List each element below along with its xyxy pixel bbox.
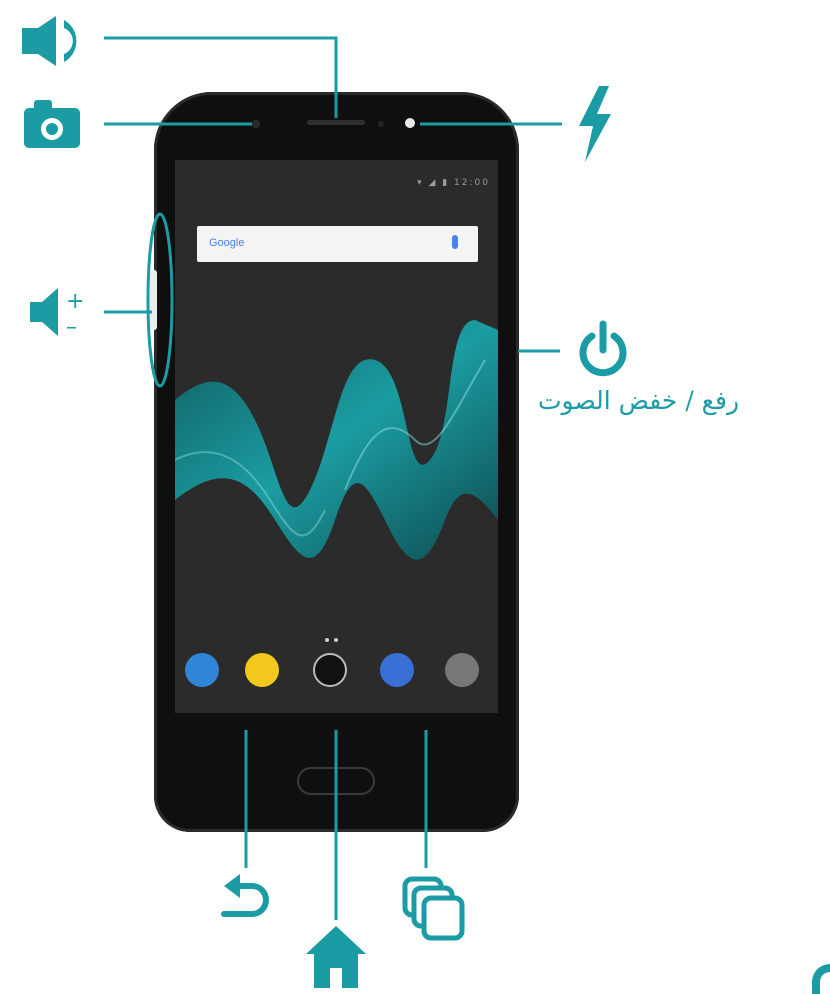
home-icon — [306, 926, 366, 988]
recent-apps-icon — [402, 876, 465, 941]
volume-icon: + – — [30, 288, 84, 336]
volume-minus-label: – — [66, 315, 77, 336]
back-icon — [221, 874, 269, 917]
power-caption: رفع / خفض الصوت — [538, 386, 740, 415]
power-icon — [579, 320, 627, 377]
volume-plus-label: + — [66, 289, 84, 314]
callout-lines — [104, 36, 562, 920]
speaker-callout-line — [104, 36, 338, 118]
flash-icon — [579, 86, 611, 162]
corner-fragment — [812, 964, 830, 994]
speaker-icon — [22, 16, 77, 66]
camera-icon — [24, 100, 80, 148]
volume-highlight — [146, 212, 174, 388]
